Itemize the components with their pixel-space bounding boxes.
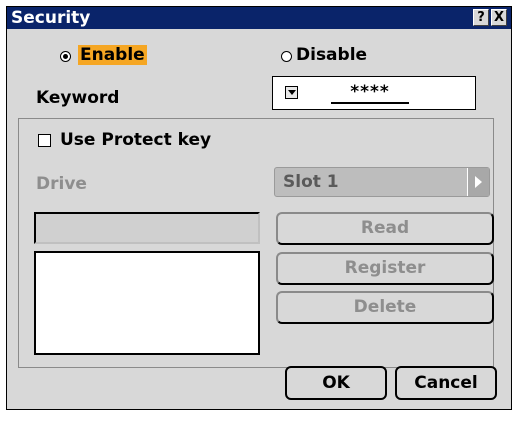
ok-button-label: OK <box>322 373 350 393</box>
drive-select-value: Slot 1 <box>283 172 339 192</box>
register-button[interactable]: Register <box>276 252 494 285</box>
enable-label[interactable]: Enable <box>78 45 147 65</box>
ok-button[interactable]: OK <box>285 366 387 400</box>
close-button[interactable]: X <box>491 9 507 26</box>
dropdown-arrow-icon[interactable] <box>285 86 298 99</box>
use-protect-key-label[interactable]: Use Protect key <box>60 130 211 150</box>
read-button-label: Read <box>360 218 410 238</box>
delete-button-label: Delete <box>353 297 417 317</box>
protect-key-name-field <box>34 212 260 244</box>
disable-label[interactable]: Disable <box>296 45 367 65</box>
enable-radio[interactable] <box>60 51 71 62</box>
title-bar: Security ? X <box>7 7 511 29</box>
help-icon: ? <box>477 10 485 25</box>
protect-key-list[interactable] <box>34 251 260 355</box>
read-button[interactable]: Read <box>276 212 494 245</box>
chevron-right-icon[interactable] <box>467 168 489 196</box>
use-protect-key-checkbox[interactable] <box>38 134 51 147</box>
cancel-button-label: Cancel <box>414 373 478 393</box>
help-button[interactable]: ? <box>473 9 489 26</box>
keyword-label: Keyword <box>36 88 120 108</box>
drive-label: Drive <box>36 174 87 194</box>
register-button-label: Register <box>344 258 426 278</box>
dialog-title: Security <box>11 8 91 28</box>
keyword-value: **** <box>331 82 409 104</box>
disable-radio[interactable] <box>281 51 292 62</box>
drive-select[interactable]: Slot 1 <box>274 167 490 197</box>
cancel-button[interactable]: Cancel <box>395 366 497 400</box>
delete-button[interactable]: Delete <box>276 291 494 324</box>
close-icon: X <box>493 10 505 25</box>
keyword-field[interactable]: **** <box>272 76 476 110</box>
